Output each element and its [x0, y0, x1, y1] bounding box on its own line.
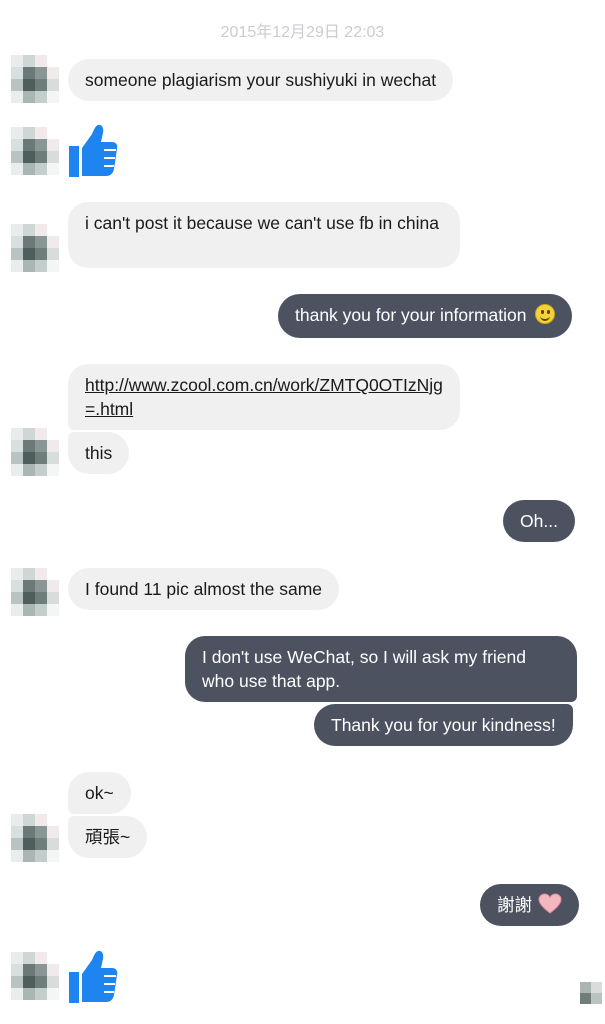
avatar[interactable]: [11, 127, 59, 175]
message-text: Thank you for your kindness!: [331, 715, 556, 735]
heart-emoji-icon: [538, 893, 562, 914]
message-bubble[interactable]: this: [68, 432, 130, 474]
message-text: this: [85, 443, 113, 463]
message-text: ok~: [85, 783, 114, 803]
thumbs-up-icon[interactable]: [68, 950, 118, 1004]
message-bubble[interactable]: I found 11 pic almost the same: [68, 568, 340, 610]
message-bubble[interactable]: i can't post it because we can't use fb …: [68, 202, 460, 268]
message-bubble[interactable]: someone plagiarism your sushiyuki in wec…: [68, 59, 454, 101]
message-text: someone plagiarism your sushiyuki in wec…: [85, 70, 437, 90]
message-text: 頑張~: [85, 827, 131, 847]
avatar[interactable]: [11, 224, 59, 272]
read-receipt-avatar: [580, 982, 602, 1004]
message-text: thank you for your information: [295, 305, 527, 325]
message-bubble[interactable]: http://www.zcool.com.cn/work/ZMTQ0OTIzNj…: [68, 364, 460, 430]
message-bubble[interactable]: I don't use WeChat, so I will ask my fri…: [185, 636, 577, 702]
message-link[interactable]: http://www.zcool.com.cn/work/ZMTQ0OTIzNj…: [85, 375, 443, 419]
avatar[interactable]: [11, 55, 59, 103]
avatar[interactable]: [11, 814, 59, 862]
timestamp: 2015年12月29日 22:03: [220, 24, 385, 41]
message-text: 謝謝: [497, 895, 532, 915]
message-bubble[interactable]: ok~: [68, 772, 131, 814]
smile-emoji-icon: [535, 304, 556, 324]
message-bubble[interactable]: Oh...: [503, 500, 575, 542]
message-text: I found 11 pic almost the same: [85, 579, 323, 599]
message-text: I don't use WeChat, so I will ask my fri…: [202, 647, 526, 691]
message-text: Oh...: [520, 511, 558, 531]
avatar[interactable]: [11, 568, 59, 616]
avatar[interactable]: [11, 952, 59, 1000]
message-text: i can't post it because we can't use fb …: [85, 213, 439, 233]
message-bubble[interactable]: 頑張~: [68, 816, 148, 858]
message-bubble[interactable]: thank you for your information: [278, 294, 573, 338]
message-bubble[interactable]: 謝謝: [480, 884, 579, 926]
thumbs-up-icon[interactable]: [68, 124, 118, 178]
avatar[interactable]: [11, 428, 59, 476]
message-bubble[interactable]: Thank you for your kindness!: [314, 704, 573, 746]
